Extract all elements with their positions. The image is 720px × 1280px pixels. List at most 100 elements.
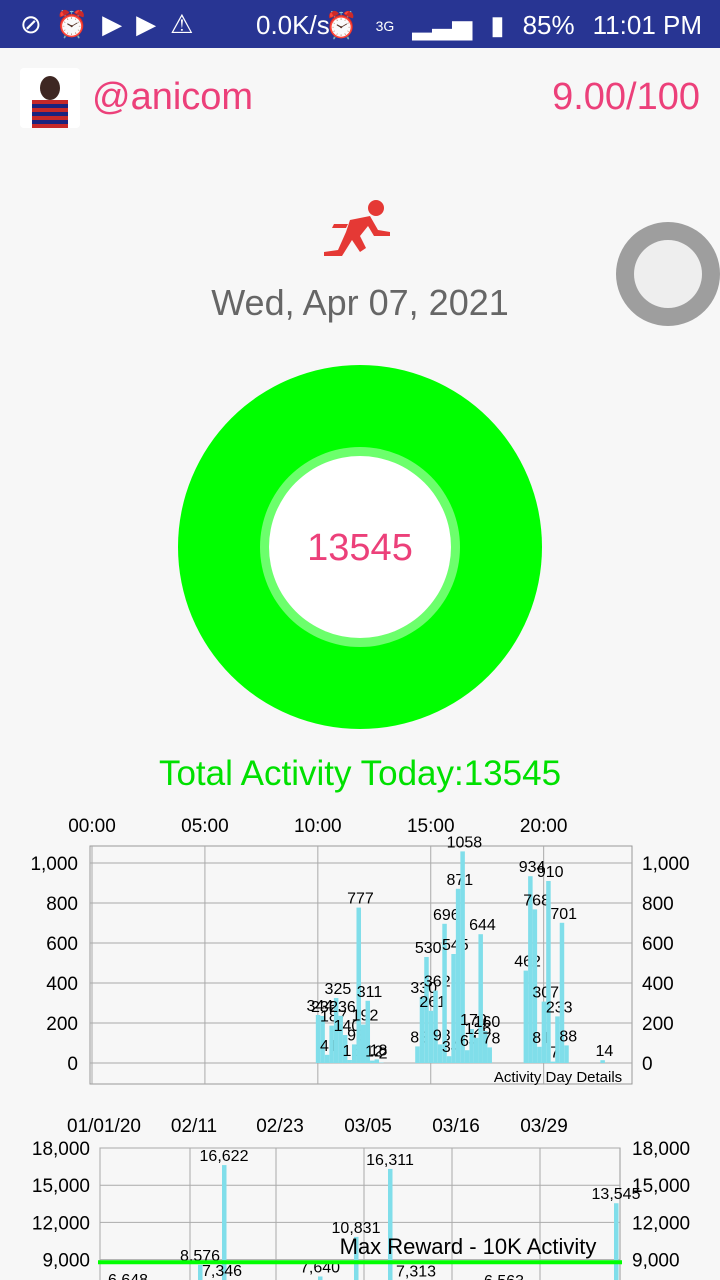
- status-bar: ⊘ ⏰ ▶ ▶ ⚠ 0.0K/s ⏰ 3G ▂▃▅ ▮ 85% 11:01 PM: [0, 0, 720, 48]
- bar-value-label: 14: [595, 1043, 613, 1060]
- bar: [600, 1060, 605, 1063]
- bar-value-label: 701: [550, 906, 577, 923]
- clock: 11:01 PM: [592, 10, 702, 40]
- bar-value-label: 696: [433, 907, 460, 924]
- x-tick-label: 02/11: [171, 1116, 217, 1137]
- bar: [537, 1046, 542, 1063]
- bar-value-label: 261: [419, 994, 446, 1011]
- bar: [550, 1061, 556, 1063]
- y-tick-label-right: 15,000: [632, 1176, 690, 1197]
- bar-value-label: 2: [379, 1046, 388, 1063]
- bar-value-label: 192: [352, 1008, 379, 1025]
- bar-value-label: 871: [446, 872, 473, 889]
- y-tick-label-right: 1,000: [642, 854, 690, 875]
- bar: [473, 1037, 479, 1063]
- x-tick-label: 02/23: [256, 1116, 304, 1137]
- y-tick-label-right: 0: [642, 1054, 653, 1075]
- y-tick-label-right: 18,000: [632, 1139, 690, 1160]
- x-tick-label: 03/16: [432, 1116, 480, 1137]
- y-tick-label-right: 9,000: [632, 1251, 680, 1272]
- reward-line-label: Max Reward - 10K Activity: [340, 1234, 597, 1259]
- brush-icon: ⊘: [20, 9, 42, 39]
- bar-value-label: 6,563: [484, 1273, 524, 1280]
- y-tick-label-left: 9,000: [42, 1251, 90, 1272]
- bar-value-label: 325: [325, 981, 352, 998]
- status-icons: ⊘ ⏰ ▶ ▶ ⚠: [20, 9, 193, 39]
- y-tick-label-right: 400: [642, 974, 674, 995]
- network-speed: 0.0K/s: [256, 10, 330, 40]
- y-tick-label-left: 18,000: [32, 1139, 90, 1160]
- bar: [446, 1056, 452, 1063]
- bar-value-label: 16,622: [200, 1148, 249, 1165]
- day-activity-chart: 00:00 05:00 10:00 15:00 20:000 0200 200400 4006…: [30, 816, 690, 1086]
- bar: [324, 1054, 330, 1063]
- bar: [564, 1045, 569, 1063]
- network-type: 3G: [375, 17, 395, 34]
- chart-title: Activity Day Details: [494, 1069, 622, 1086]
- bar-value-label: 7,346: [202, 1263, 242, 1280]
- bar-value-label: 530: [415, 940, 442, 957]
- bar-value-label: 311: [357, 984, 383, 1001]
- battery-icon: ▮: [490, 10, 505, 40]
- youtube-icon: ▶: [136, 9, 157, 39]
- x-tick-label: 03/05: [344, 1116, 392, 1137]
- y-tick-label-left: 0: [67, 1054, 78, 1075]
- avatar[interactable]: [20, 68, 80, 128]
- bar: [318, 1276, 323, 1280]
- alarm-icon: ⏰: [325, 10, 358, 40]
- x-tick-label: 00:00: [68, 816, 116, 837]
- bar-value-label: 6,648: [108, 1272, 148, 1280]
- bar: [614, 1203, 619, 1280]
- bar-value-label: 233: [546, 999, 573, 1016]
- battery-level: 85%: [522, 10, 575, 40]
- bar-value-label: 768: [523, 892, 550, 909]
- bar-value-label: 777: [347, 891, 374, 908]
- bar: [487, 1047, 492, 1063]
- y-tick-label-right: 12,000: [632, 1213, 690, 1234]
- bar-value-label: 910: [537, 864, 564, 881]
- x-tick-label: 10:00: [294, 816, 342, 837]
- bar-value-label: 78: [483, 1030, 501, 1047]
- x-tick-label: 20:00: [520, 816, 568, 837]
- total-activity-label: Total Activity Today:13545: [158, 754, 562, 793]
- x-tick-label: 05:00: [181, 816, 229, 837]
- bar-value-label: 16,311: [366, 1152, 414, 1169]
- bar: [351, 1044, 357, 1063]
- bar: [451, 954, 456, 1063]
- warning-icon: ⚠: [170, 9, 194, 39]
- bar: [370, 1060, 375, 1063]
- runner-icon: [324, 200, 390, 256]
- x-tick-label: 01/01/20: [67, 1116, 141, 1137]
- y-tick-label-left: 12,000: [32, 1213, 90, 1234]
- y-tick-label-right: 200: [642, 1014, 674, 1035]
- y-tick-label-left: 200: [46, 1014, 78, 1035]
- y-tick-label-left: 400: [46, 974, 78, 995]
- current-date: Wed, Apr 07, 2021: [211, 282, 509, 323]
- bar-value-label: 7,313: [396, 1264, 436, 1280]
- y-tick-label-left: 15,000: [32, 1176, 90, 1197]
- alarm-icon: ⏰: [55, 9, 89, 39]
- y-tick-label-left: 1,000: [30, 854, 78, 875]
- bar-value-label: 644: [469, 917, 496, 934]
- bar-value-label: 160: [474, 1014, 501, 1031]
- plot-frame: [99, 1147, 621, 1280]
- bar: [415, 1046, 420, 1063]
- profile-header: @anicom 9.00/100: [0, 48, 720, 148]
- bar-value-label: 13,545: [592, 1186, 641, 1203]
- bar-value-label: 1058: [447, 834, 483, 851]
- activity-ring: 13545: [178, 365, 542, 729]
- bar: [523, 970, 529, 1063]
- y-tick-label-left: 800: [46, 894, 78, 915]
- y-tick-label-right: 800: [642, 894, 674, 915]
- username[interactable]: @anicom: [92, 76, 253, 119]
- y-tick-label-left: 600: [46, 934, 78, 955]
- history-activity-chart: 01/01/20 02/11 02/23 03/05 03/16 03/29 9,000 9,…: [32, 1116, 690, 1280]
- youtube-icon: ▶: [102, 9, 123, 39]
- bar-value-label: 88: [559, 1028, 577, 1045]
- bar: [464, 1050, 470, 1063]
- y-tick-label-right: 600: [642, 934, 674, 955]
- bar: [347, 1060, 352, 1063]
- x-tick-label: 03/29: [520, 1116, 568, 1137]
- score: 9.00/100: [552, 76, 700, 118]
- signal-icon: ▂▃▅: [412, 10, 473, 40]
